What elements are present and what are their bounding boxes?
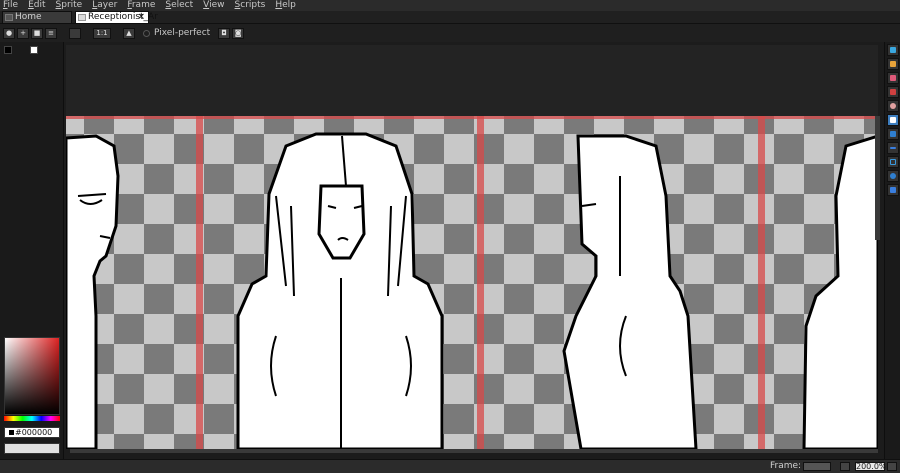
brush-option-button[interactable] xyxy=(69,27,81,39)
hex-color-field[interactable]: #000000 xyxy=(4,427,60,438)
horizontal-scrollbar[interactable] xyxy=(70,449,878,453)
marquee-icon[interactable] xyxy=(887,44,899,56)
menu-select[interactable]: Select xyxy=(165,0,193,11)
sprite-file-icon xyxy=(78,14,86,21)
pixel-perfect-checkbox[interactable] xyxy=(143,29,150,37)
ellipse-icon[interactable] xyxy=(887,170,899,182)
symmetry-button[interactable]: ◙ xyxy=(232,27,245,39)
tools-bar xyxy=(884,42,900,459)
sprite-canvas[interactable] xyxy=(66,116,878,449)
color-panel: #000000 xyxy=(0,42,64,459)
eyedropper-icon[interactable] xyxy=(887,86,899,98)
context-bar: ● + ■ ≡ 1:1 ▲ Pixel-perfect ◘ ◙ xyxy=(0,24,900,42)
pixel-perfect-label: Pixel-perfect xyxy=(154,28,211,38)
brush-type-line-button[interactable]: ≡ xyxy=(45,27,57,39)
menu-sprite[interactable]: Sprite xyxy=(56,0,83,11)
menu-edit[interactable]: Edit xyxy=(28,0,45,11)
palette-row xyxy=(4,46,38,54)
palette-swatch-black[interactable] xyxy=(4,46,12,54)
tab-sprite-label: Receptionist_Ar xyxy=(88,12,158,22)
menu-help[interactable]: Help xyxy=(275,0,296,11)
canvas-editor[interactable] xyxy=(66,45,878,449)
brush-type-circle-button[interactable]: ● xyxy=(3,27,15,39)
zoom-icon[interactable] xyxy=(887,100,899,112)
rectangle-icon[interactable] xyxy=(887,156,899,168)
tab-home[interactable]: Home xyxy=(2,11,72,24)
move-icon[interactable] xyxy=(887,114,899,126)
status-bar: Frame: 200.0% xyxy=(0,459,900,473)
menu-layer[interactable]: Layer xyxy=(92,0,117,11)
zoom-field[interactable]: 200.0% xyxy=(855,462,887,471)
tab-home-label: Home xyxy=(15,12,42,22)
menu-view[interactable]: View xyxy=(203,0,224,11)
bucket-icon[interactable] xyxy=(887,128,899,140)
pencil-icon[interactable] xyxy=(887,58,899,70)
eraser-icon[interactable] xyxy=(887,72,899,84)
dynamics-button[interactable]: ◘ xyxy=(218,27,231,39)
frame-field[interactable] xyxy=(803,462,831,471)
status-options-button[interactable] xyxy=(887,462,897,471)
brush-type-square-button[interactable]: ■ xyxy=(31,27,43,39)
scale-button[interactable]: 1:1 xyxy=(93,27,111,39)
color-preview-icon xyxy=(9,430,14,435)
close-tab-icon[interactable]: × xyxy=(137,12,145,23)
tab-bar: Home Receptionist_Ar × xyxy=(0,11,900,24)
line-icon[interactable] xyxy=(887,142,899,154)
tab-sprite-file[interactable]: Receptionist_Ar × xyxy=(75,11,158,24)
menu-scripts[interactable]: Scripts xyxy=(235,0,266,11)
menu-file[interactable]: File xyxy=(3,0,18,11)
zoom-menu-button[interactable] xyxy=(840,462,850,471)
ink-icon[interactable]: ▲ xyxy=(123,27,135,39)
home-icon xyxy=(5,14,13,21)
sprite-artwork xyxy=(66,132,878,449)
color-spectrum[interactable] xyxy=(4,337,60,415)
menu-frame[interactable]: Frame xyxy=(127,0,155,11)
hue-slider[interactable] xyxy=(4,416,60,421)
brush-size-plus-button[interactable]: + xyxy=(17,27,29,39)
vertical-scrollbar[interactable] xyxy=(875,116,880,240)
fg-bg-color-bar[interactable] xyxy=(4,443,60,454)
menubar: File Edit Sprite Layer Frame Select View… xyxy=(0,0,900,11)
palette-swatch-white[interactable] xyxy=(30,46,38,54)
frame-label: Frame: xyxy=(770,461,802,471)
contour-icon[interactable] xyxy=(887,184,899,196)
